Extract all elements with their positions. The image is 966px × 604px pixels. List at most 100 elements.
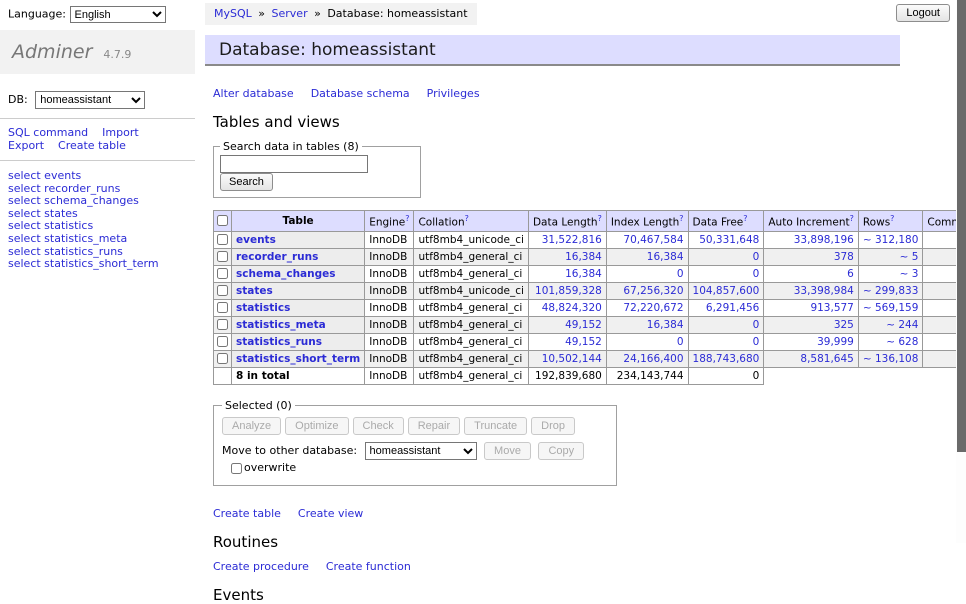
index-length-cell: 70,467,584: [606, 231, 688, 248]
table-name-cell: statistics_runs: [232, 333, 365, 350]
create-link[interactable]: Create table: [213, 507, 281, 520]
tables-list: TableEngine?Collation?Data Length?Index …: [213, 210, 966, 385]
search-input[interactable]: [220, 155, 368, 173]
collation-cell: utf8mb4_general_ci: [414, 316, 528, 333]
row-checkbox[interactable]: [217, 234, 228, 245]
language-label: Language:: [8, 8, 66, 21]
help-link[interactable]: ?: [743, 214, 747, 223]
rows-cell: ~ 3: [858, 265, 923, 282]
auto-increment-cell: 33,898,196: [764, 231, 859, 248]
row-checkbox[interactable]: [217, 251, 228, 262]
sidebar-table-link[interactable]: select statistics_meta: [8, 233, 187, 246]
row-checkbox[interactable]: [217, 353, 228, 364]
collation-cell: utf8mb4_general_ci: [414, 299, 528, 316]
bulk-action-button[interactable]: Drop: [531, 417, 575, 435]
database-action-link[interactable]: Privileges: [427, 87, 480, 100]
data-free-cell: 0: [688, 316, 764, 333]
app-version: 4.7.9: [103, 48, 131, 61]
table-name-link[interactable]: statistics_short_term: [236, 353, 360, 365]
selected-legend: Selected (0): [222, 399, 295, 412]
index-length-cell: 16,384: [606, 248, 688, 265]
table-name-link[interactable]: schema_changes: [236, 268, 336, 280]
sidebar-menu-link[interactable]: Export: [8, 139, 44, 152]
table-row: eventsInnoDButf8mb4_unicode_ci31,522,816…: [214, 231, 966, 248]
bulk-action-button[interactable]: Analyze: [222, 417, 281, 435]
bulk-action-button[interactable]: Optimize: [285, 417, 348, 435]
move-database-select[interactable]: homeassistant: [365, 442, 477, 460]
help-link[interactable]: ?: [465, 214, 469, 223]
sidebar-menu-link[interactable]: Create table: [58, 139, 126, 152]
data-length-cell: 101,859,328: [528, 282, 606, 299]
sidebar-menu-link[interactable]: Import: [102, 126, 139, 139]
bulk-action-button[interactable]: Repair: [408, 417, 460, 435]
main-content: MySQL » Server » Database: homeassistant…: [205, 0, 950, 604]
scrollbar-thumb[interactable]: [957, 0, 966, 452]
breadcrumb-link[interactable]: MySQL: [214, 7, 252, 20]
bulk-action-button[interactable]: Check: [353, 417, 404, 435]
db-select[interactable]: homeassistant: [35, 91, 145, 109]
breadcrumb-link[interactable]: Server: [272, 7, 308, 20]
select-all-checkbox[interactable]: [217, 215, 228, 226]
create-link[interactable]: Create view: [298, 507, 363, 520]
row-checkbox[interactable]: [217, 319, 228, 330]
engine-cell: InnoDB: [365, 316, 414, 333]
selected-fieldset: Selected (0) AnalyzeOptimize CheckRepairT…: [213, 399, 617, 486]
table-name-cell: schema_changes: [232, 265, 365, 282]
table-name-link[interactable]: recorder_runs: [236, 251, 318, 263]
search-button[interactable]: Search: [220, 173, 273, 191]
row-checkbox[interactable]: [217, 336, 228, 347]
index-length-cell: 0: [606, 333, 688, 350]
copy-button[interactable]: Copy: [538, 442, 584, 460]
overwrite-checkbox[interactable]: [231, 463, 242, 474]
total-data-length-cell: 192,839,680: [528, 367, 606, 384]
table-name-link[interactable]: statistics_runs: [236, 336, 322, 348]
selected-buttons: AnalyzeOptimize CheckRepairTruncateDrop: [222, 417, 608, 435]
table-name-cell: statistics: [232, 299, 365, 316]
table-name-cell: events: [232, 231, 365, 248]
auto-increment-cell: 33,398,984: [764, 282, 859, 299]
column-header: Collation?: [414, 211, 528, 232]
table-links-list: select eventsselect recorder_runsselect …: [0, 161, 195, 280]
create-links: Create table Create view: [213, 507, 950, 520]
app-name[interactable]: Adminer: [12, 41, 92, 63]
overwrite-option: overwrite: [227, 461, 296, 474]
help-link[interactable]: ?: [598, 214, 602, 223]
move-row: Move to other database: homeassistant Mo…: [222, 442, 608, 477]
table-name-link[interactable]: events: [236, 234, 276, 246]
routine-link[interactable]: Create procedure: [213, 560, 309, 573]
sidebar-table-link[interactable]: select schema_changes: [8, 195, 187, 208]
auto-increment-cell: 325: [764, 316, 859, 333]
table-name-cell: statistics_short_term: [232, 350, 365, 367]
row-checkbox[interactable]: [217, 302, 228, 313]
header-checkbox-cell: [214, 211, 232, 232]
table-row: recorder_runsInnoDButf8mb4_general_ci16,…: [214, 248, 966, 265]
sidebar-menu-link[interactable]: SQL command: [8, 126, 88, 139]
help-link[interactable]: ?: [850, 214, 854, 223]
events-heading: Events: [213, 586, 950, 604]
engine-cell: InnoDB: [365, 265, 414, 282]
table-name-link[interactable]: statistics: [236, 302, 290, 314]
sidebar-table-link[interactable]: select events: [8, 170, 187, 183]
database-action-link[interactable]: Alter database: [213, 87, 294, 100]
help-link[interactable]: ?: [405, 214, 409, 223]
row-checkbox[interactable]: [217, 285, 228, 296]
database-action-link[interactable]: Database schema: [311, 87, 410, 100]
move-button[interactable]: Move: [484, 442, 531, 460]
tables-tbody: eventsInnoDButf8mb4_unicode_ci31,522,816…: [214, 231, 966, 384]
auto-increment-cell: 39,999: [764, 333, 859, 350]
table-name-link[interactable]: statistics_meta: [236, 319, 326, 331]
language-select[interactable]: English: [70, 6, 166, 23]
table-name-link[interactable]: states: [236, 285, 273, 297]
sidebar-table-link[interactable]: select statistics_short_term: [8, 258, 187, 271]
help-link[interactable]: ?: [679, 214, 683, 223]
index-length-cell: 0: [606, 265, 688, 282]
move-label: Move to other database:: [222, 444, 357, 457]
row-checkbox[interactable]: [217, 268, 228, 279]
rows-cell: ~ 312,180: [858, 231, 923, 248]
rows-cell: ~ 136,108: [858, 350, 923, 367]
breadcrumb-separator: »: [311, 7, 325, 20]
routine-link[interactable]: Create function: [326, 560, 411, 573]
help-link[interactable]: ?: [890, 214, 894, 223]
overwrite-label: overwrite: [244, 461, 296, 474]
bulk-action-button[interactable]: Truncate: [464, 417, 527, 435]
